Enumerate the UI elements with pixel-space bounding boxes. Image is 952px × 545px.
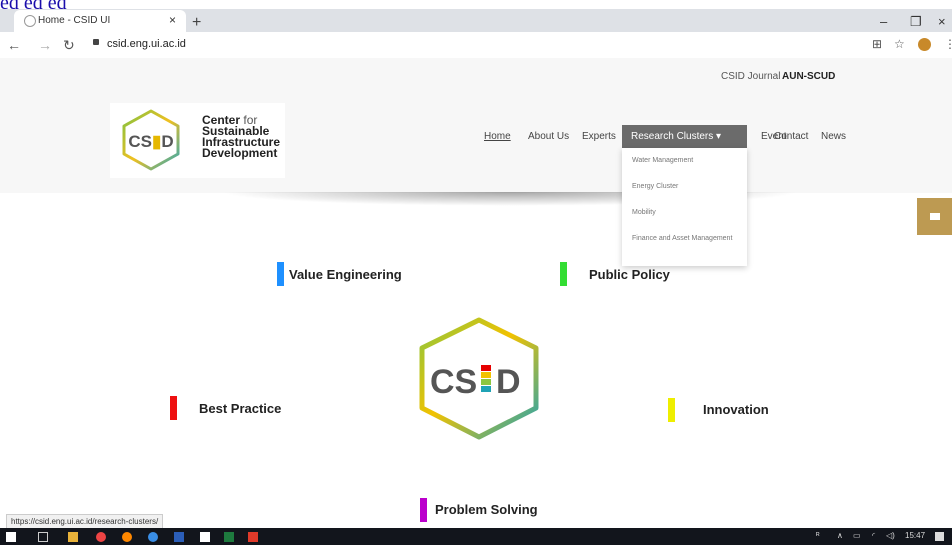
cluster-problem-solving[interactable]: Problem Solving (435, 502, 538, 517)
cluster-public-policy[interactable]: Public Policy (589, 267, 670, 282)
tab-title: Home - CSID UI (38, 15, 111, 26)
people-icon[interactable]: ᴿ (816, 531, 820, 540)
bookmark-star-icon[interactable]: ☆ (894, 37, 905, 51)
cluster-best-practice[interactable]: Best Practice (199, 401, 281, 416)
csid-hex-logo-icon: CS▮D (122, 109, 180, 171)
word-icon[interactable] (174, 532, 184, 542)
cluster-innovation[interactable]: Innovation (703, 402, 769, 417)
windows-taskbar: ᴿ ∧ ▭ ◜ ◁) 15:47 (0, 528, 952, 545)
browser-tab[interactable]: Home - CSID UI × (14, 10, 186, 32)
innovation-bar (668, 398, 675, 422)
best-practice-bar (170, 396, 177, 420)
dropdown-item-finance[interactable]: Finance and Asset Management (632, 232, 742, 245)
close-window-button[interactable]: × (938, 14, 946, 29)
center-csid-logo-icon: CS D (419, 317, 539, 440)
app-icon[interactable] (200, 532, 210, 542)
chrome-icon[interactable] (96, 532, 106, 542)
network-icon[interactable]: ▭ (853, 531, 861, 540)
svg-text:CS: CS (430, 363, 477, 401)
site-header: CSID Journal AUN-SCUD CS▮D Center for Su… (0, 58, 952, 193)
forward-arrow-icon[interactable]: → (38, 37, 52, 53)
research-clusters-dropdown: Water Management Energy Cluster Mobility… (622, 148, 747, 266)
back-arrow-icon[interactable]: ← (7, 37, 21, 53)
nav-research-clusters[interactable]: Research Clusters ▾ (622, 125, 747, 148)
task-view-icon[interactable] (38, 532, 48, 542)
url-field[interactable]: csid.eng.ui.ac.id (107, 38, 186, 50)
reload-icon[interactable]: ↻ (63, 37, 75, 54)
nav-contact[interactable]: Contact (774, 131, 808, 142)
aun-scud-link[interactable]: AUN-SCUD (782, 71, 835, 82)
contact-mail-button[interactable] (917, 198, 952, 235)
browser-tab-bar: Home - CSID UI × + – ❐ × (0, 9, 952, 32)
volume-icon[interactable]: ◁) (886, 531, 895, 540)
svg-text:CS▮D: CS▮D (128, 132, 173, 151)
menu-kebab-icon[interactable]: ⋮ (944, 37, 952, 51)
edge-icon[interactable] (148, 532, 158, 542)
nav-home[interactable]: Home (484, 131, 511, 142)
envelope-icon (930, 213, 940, 220)
value-engineering-bar (277, 262, 284, 286)
nav-about-us[interactable]: About Us (528, 131, 569, 142)
dropdown-item-energy[interactable]: Energy Cluster (632, 180, 742, 193)
extension-icon[interactable] (918, 38, 931, 51)
cluster-value-engineering[interactable]: Value Engineering (289, 267, 402, 282)
wifi-icon[interactable]: ◜ (872, 531, 875, 540)
website-page: CSID Journal AUN-SCUD CS▮D Center for Su… (0, 58, 952, 528)
site-favicon-icon (24, 15, 36, 27)
tray-chevron-icon[interactable]: ∧ (837, 531, 843, 540)
notification-icon[interactable] (935, 532, 944, 541)
translate-icon[interactable]: ⊞ (872, 37, 882, 51)
start-icon[interactable] (6, 532, 16, 542)
problem-solving-bar (420, 498, 427, 522)
maximize-button[interactable]: ❐ (910, 14, 922, 30)
dropdown-item-water[interactable]: Water Management (632, 154, 742, 167)
site-logo[interactable]: CS▮D Center for Sustainable Infrastructu… (110, 103, 285, 178)
lock-icon (93, 39, 99, 45)
nav-news[interactable]: News (821, 131, 846, 142)
file-explorer-icon[interactable] (68, 532, 78, 542)
clock-time[interactable]: 15:47 (905, 531, 925, 540)
svg-text:D: D (496, 363, 521, 401)
dropdown-item-mobility[interactable]: Mobility (632, 206, 742, 219)
acrobat-icon[interactable] (248, 532, 258, 542)
tab-close-icon[interactable]: × (169, 13, 176, 27)
new-tab-button[interactable]: + (192, 14, 201, 32)
nav-experts[interactable]: Experts (582, 131, 616, 142)
excel-icon[interactable] (224, 532, 234, 542)
logo-wordmark: Center for Sustainable Infrastructure De… (202, 113, 281, 160)
firefox-icon[interactable] (122, 532, 132, 542)
public-policy-bar (560, 262, 567, 286)
address-bar: ← → ↻ csid.eng.ui.ac.id ⊞ ☆ ⋮ (0, 32, 952, 59)
minimize-button[interactable]: – (880, 14, 887, 29)
csid-journal-link[interactable]: CSID Journal (721, 71, 780, 82)
